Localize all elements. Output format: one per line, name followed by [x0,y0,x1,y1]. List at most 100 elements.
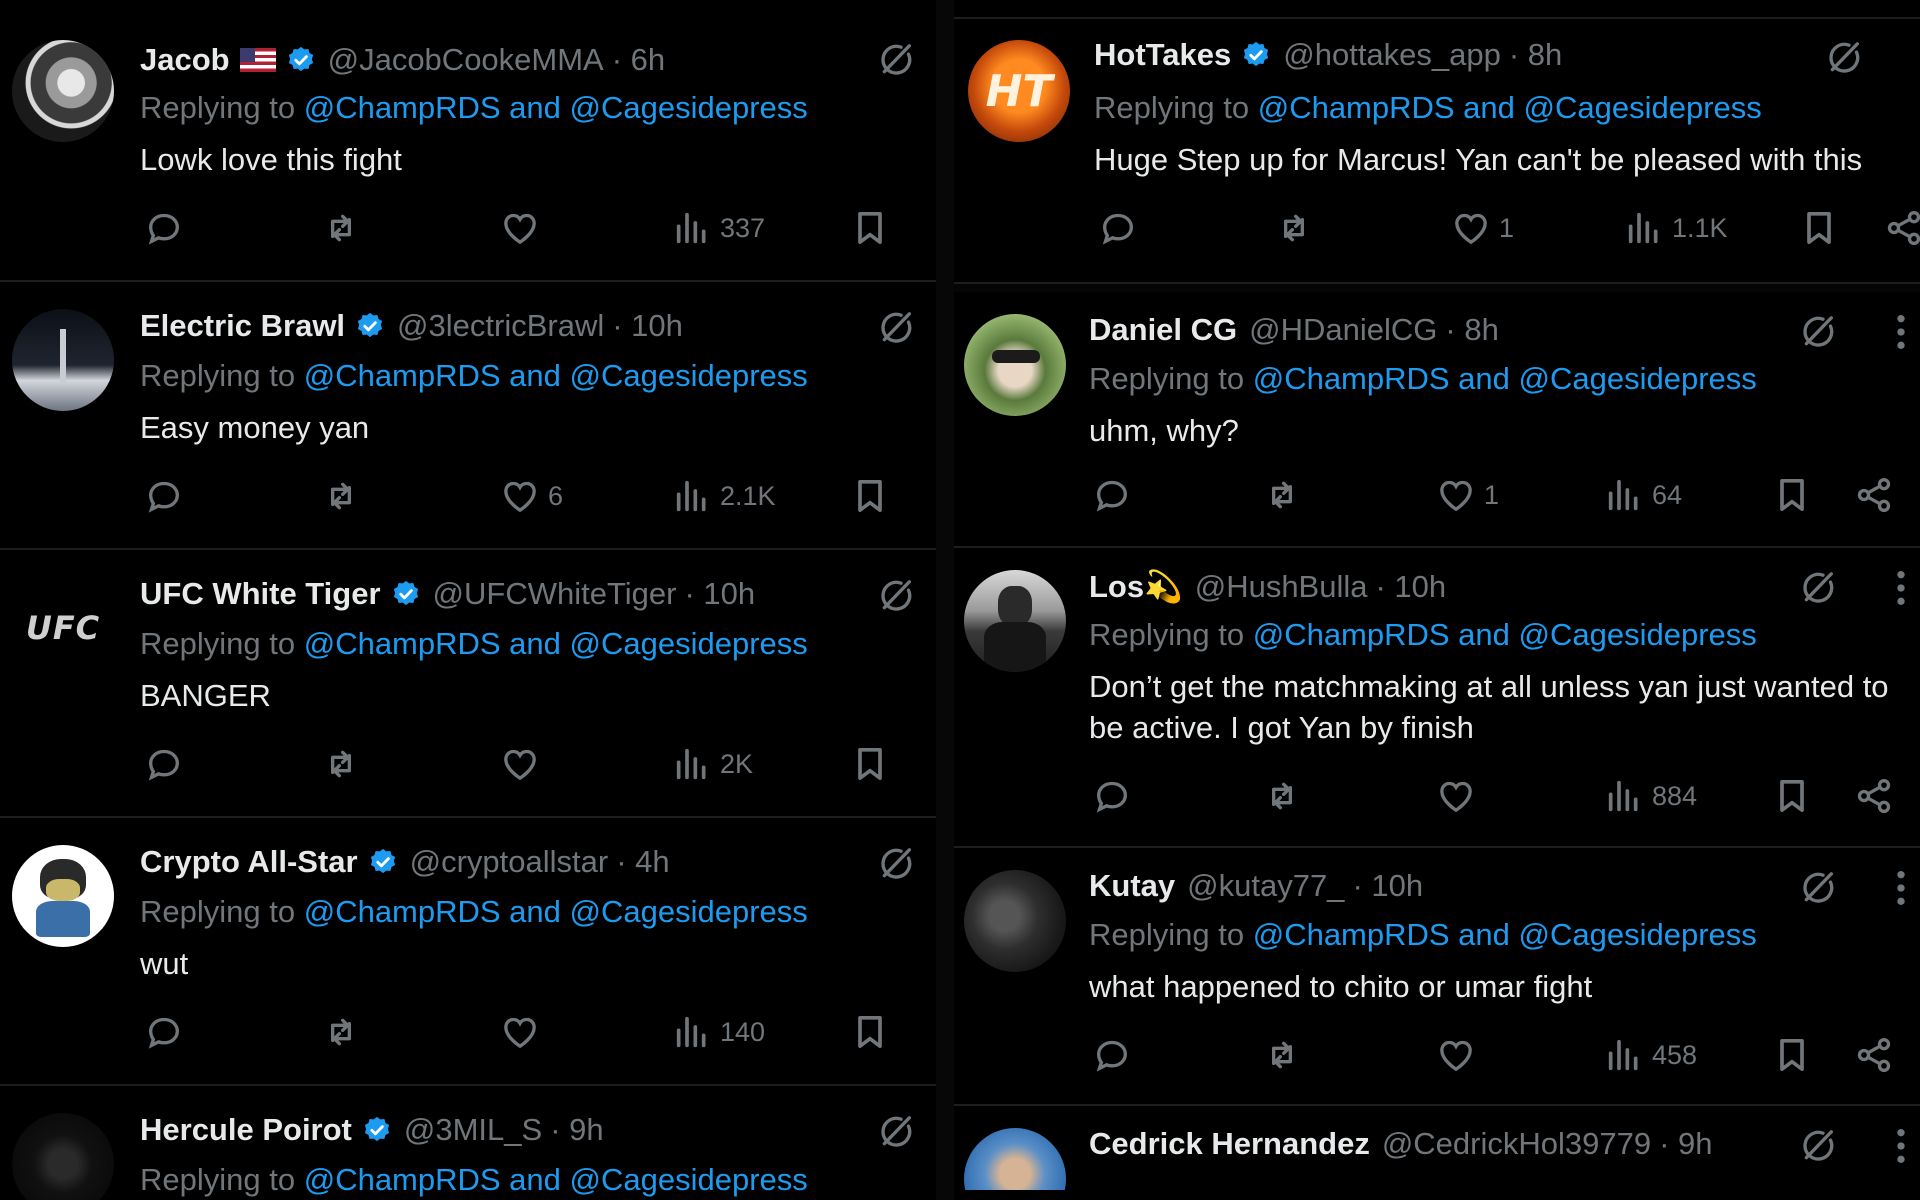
like-button[interactable]: 1 [1451,208,1514,248]
grok-icon[interactable] [1824,38,1864,78]
tweet[interactable]: Kutay @kutay77_ · 10h Replying to @Champ… [954,848,1920,1106]
author-name[interactable]: Crypto All-Star [140,844,358,880]
author-name[interactable]: UFC White Tiger [140,576,381,612]
more-icon[interactable] [1896,1126,1906,1166]
views-button[interactable]: 1.1K [1624,208,1728,248]
tweet[interactable]: Daniel CG @HDanielCG · 8h Replying to @C… [954,292,1920,548]
views-button[interactable]: 337 [672,208,765,248]
bookmark-button[interactable] [1772,776,1812,816]
tweet[interactable]: Jacob @JacobCookeMMA · 6h Replying to @C… [0,0,936,282]
bookmark-button[interactable] [1772,1035,1812,1075]
avatar[interactable] [964,570,1066,672]
avatar[interactable]: HT [968,40,1070,142]
bookmark-button[interactable] [1772,475,1812,515]
share-button[interactable] [1884,208,1920,248]
avatar[interactable] [12,845,114,947]
avatar[interactable] [964,314,1066,416]
bookmark-button[interactable] [1799,208,1839,248]
reply-button[interactable] [144,1012,184,1052]
grok-icon[interactable] [876,576,916,616]
reply-target-links[interactable]: @ChampRDS and @Cagesidepress [1258,90,1762,125]
like-button[interactable]: 1 [1436,475,1499,515]
author-handle[interactable]: @3lectricBrawl [397,308,604,344]
avatar[interactable] [12,40,114,142]
author-handle[interactable]: @CedrickHol39779 [1382,1126,1651,1162]
reply-button[interactable] [1098,208,1138,248]
tweet[interactable]: Electric Brawl @3lectricBrawl · 10h Repl… [0,282,936,550]
views-button[interactable]: 884 [1604,776,1697,816]
share-button[interactable] [1854,1035,1894,1075]
retweet-button[interactable] [1262,475,1302,515]
author-handle[interactable]: @kutay77_ [1187,868,1344,904]
views-button[interactable]: 64 [1604,475,1682,515]
reply-target-links[interactable]: @ChampRDS and @Cagesidepress [1253,917,1757,952]
views-button[interactable]: 458 [1604,1035,1697,1075]
author-name[interactable]: Hercule Poirot [140,1112,352,1148]
timestamp[interactable]: · 9h [1659,1126,1712,1162]
retweet-button[interactable] [1274,208,1314,248]
grok-icon[interactable] [1798,868,1838,908]
retweet-button[interactable] [321,208,361,248]
avatar[interactable]: UFC [12,577,114,679]
timestamp[interactable]: · 10h [1352,868,1423,904]
author-name[interactable]: Jacob [140,42,230,78]
retweet-button[interactable] [321,744,361,784]
author-name[interactable]: Electric Brawl [140,308,345,344]
reply-target-links[interactable]: @ChampRDS and @Cagesidepress [304,358,808,393]
author-name[interactable]: Daniel CG [1089,312,1237,348]
author-handle[interactable]: @HDanielCG [1249,312,1437,348]
grok-icon[interactable] [1798,312,1838,352]
tweet[interactable]: Los💫 @HushBulla · 10h Replying to @Champ… [954,548,1920,848]
views-button[interactable]: 140 [672,1012,765,1052]
bookmark-button[interactable] [850,476,890,516]
author-name[interactable]: Cedrick Hernandez [1089,1126,1370,1162]
grok-icon[interactable] [876,1112,916,1152]
timestamp[interactable]: · 9h [550,1112,603,1148]
author-handle[interactable]: @cryptoallstar [410,844,609,880]
more-icon[interactable] [1896,568,1906,608]
author-name[interactable]: Los💫 [1089,568,1183,605]
retweet-button[interactable] [1262,1035,1302,1075]
bookmark-button[interactable] [850,1012,890,1052]
author-handle[interactable]: @JacobCookeMMA [328,42,604,78]
timestamp[interactable]: · 8h [1445,312,1498,348]
author-handle[interactable]: @3MIL_S [404,1112,542,1148]
avatar[interactable] [12,309,114,411]
reply-target-links[interactable]: @ChampRDS and @Cagesidepress [1253,617,1757,652]
grok-icon[interactable] [1798,1126,1838,1166]
more-icon[interactable] [1896,868,1906,908]
reply-button[interactable] [1092,475,1132,515]
share-button[interactable] [1854,776,1894,816]
like-button[interactable]: 6 [500,476,563,516]
retweet-button[interactable] [321,1012,361,1052]
retweet-button[interactable] [1262,776,1302,816]
timestamp[interactable]: · 10h [1376,569,1447,605]
tweet[interactable]: UFC UFC White Tiger @UFCWhiteTiger · 10h… [0,550,936,818]
author-name[interactable]: HotTakes [1094,37,1231,73]
like-button[interactable] [500,744,548,784]
author-name[interactable]: Kutay [1089,868,1175,904]
reply-target-links[interactable]: @ChampRDS and @Cagesidepress [1253,361,1757,396]
tweet[interactable]: HT HotTakes @hottakes_app · 8h Replying … [954,19,1920,284]
retweet-button[interactable] [321,476,361,516]
share-button[interactable] [1854,475,1894,515]
avatar[interactable] [964,870,1066,972]
author-handle[interactable]: @hottakes_app [1283,37,1501,73]
like-button[interactable] [500,208,548,248]
reply-target-links[interactable]: @ChampRDS and @Cagesidepress [304,894,808,929]
tweet[interactable]: Crypto All-Star @cryptoallstar · 4h Repl… [0,818,936,1086]
more-icon[interactable] [1896,312,1906,352]
reply-button[interactable] [144,476,184,516]
grok-icon[interactable] [1798,568,1838,608]
reply-target-links[interactable]: @ChampRDS and @Cagesidepress [304,626,808,661]
reply-target-links[interactable]: @ChampRDS and @Cagesidepress [304,1162,808,1197]
author-handle[interactable]: @HushBulla [1195,569,1368,605]
reply-button[interactable] [144,744,184,784]
bookmark-button[interactable] [850,744,890,784]
grok-icon[interactable] [876,40,916,80]
tweet[interactable]: Hercule Poirot @3MIL_S · 9h Replying to … [0,1086,936,1200]
grok-icon[interactable] [876,844,916,884]
reply-button[interactable] [144,208,184,248]
reply-button[interactable] [1092,776,1132,816]
avatar[interactable] [12,1113,114,1200]
